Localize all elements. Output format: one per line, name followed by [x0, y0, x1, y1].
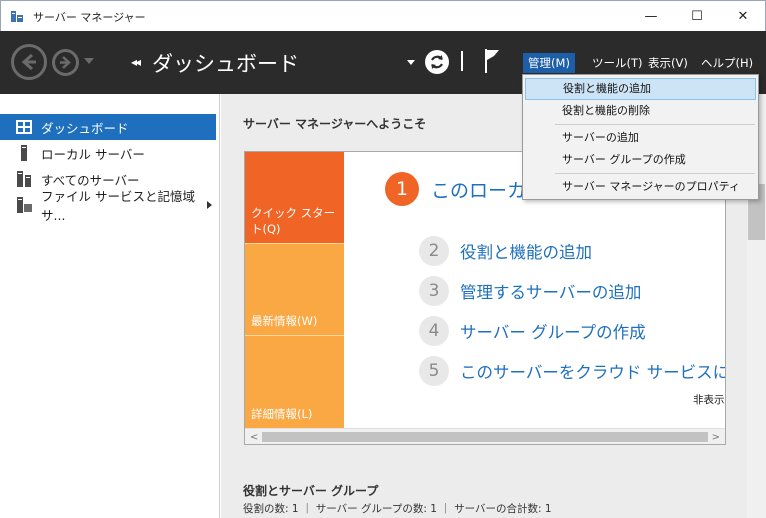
menu-item-properties[interactable]: サーバー マネージャーのプロパティ: [525, 176, 756, 198]
maximize-icon: ☐: [691, 9, 703, 24]
manage-menu-dropdown: 役割と機能の追加 役割と機能の削除 サーバーの追加 サーバー グループの作成 サ…: [522, 74, 759, 200]
step-number: 2: [419, 236, 449, 266]
sidebar-item-label: ダッシュボード: [41, 120, 129, 136]
forward-button[interactable]: [52, 49, 79, 76]
step-4-link[interactable]: サーバー グループの作成: [460, 319, 646, 343]
step-4-row[interactable]: 4 サーバー グループの作成: [419, 316, 646, 346]
sidebar-item-local-server[interactable]: ローカル サーバー: [0, 140, 216, 166]
server-icon: [21, 145, 27, 161]
step-5-link[interactable]: このサーバーをクラウド サービスに接続する: [460, 359, 725, 383]
sidebar-item-label: ファイル サービスと記憶域サ...: [41, 189, 195, 223]
roles-section-title: 役割とサーバー グループ: [243, 484, 379, 498]
menu-item-create-server-group[interactable]: サーバー グループの作成: [525, 149, 756, 171]
horizontal-scrollbar[interactable]: < >: [245, 428, 725, 444]
menu-view[interactable]: 表示(V): [645, 53, 691, 73]
menu-item-add-roles[interactable]: 役割と機能の追加: [525, 78, 756, 100]
hide-link[interactable]: 非表示: [693, 392, 725, 407]
menu-manage[interactable]: 管理(M): [523, 53, 575, 73]
tile-quick-start[interactable]: クイック スタート(Q): [245, 152, 344, 243]
refresh-icon: [431, 55, 443, 69]
step-number: 4: [419, 316, 449, 346]
minimize-icon: —: [644, 9, 658, 24]
step-3-row[interactable]: 3 管理するサーバーの追加: [419, 276, 641, 306]
dashboard-icon: [16, 120, 32, 134]
step-5-row[interactable]: 5 このサーバーをクラウド サービスに接続する: [419, 356, 725, 386]
step-1-number: 1: [385, 172, 419, 206]
back-button[interactable]: [11, 44, 47, 80]
arrow-left-icon: [21, 53, 36, 71]
tile-learn-more[interactable]: 詳細情報(L): [245, 336, 344, 428]
roles-stats: 役割の数: 1 ｜ サーバー グループの数: 1 ｜ サーバーの合計数: 1: [243, 503, 552, 515]
scroll-right-icon[interactable]: >: [712, 432, 720, 443]
menu-help[interactable]: ヘルプ(H): [698, 53, 756, 73]
step-2-row[interactable]: 2 役割と機能の追加: [419, 236, 592, 266]
window-title: サーバー マネージャー: [33, 11, 146, 24]
sidebar: ダッシュボード ローカル サーバー すべてのサーバー ファイル サービスと記憶域…: [0, 94, 220, 518]
tile-label: 最新情報(W): [251, 314, 318, 328]
step-number: 5: [419, 356, 449, 386]
sidebar-item-dashboard[interactable]: ダッシュボード: [0, 114, 216, 140]
header-separator: [461, 51, 463, 71]
refresh-button[interactable]: [425, 50, 449, 74]
arrow-right-icon: [60, 56, 71, 69]
menu-item-remove-roles[interactable]: 役割と機能の削除: [525, 100, 756, 122]
breadcrumb-dropdown-icon[interactable]: [407, 60, 415, 65]
server-manager-app-icon: [11, 11, 23, 22]
step-number: 3: [419, 276, 449, 306]
menu-separator: [555, 124, 755, 125]
minimize-button[interactable]: —: [628, 1, 674, 32]
scroll-thumb[interactable]: [262, 432, 708, 442]
breadcrumb: ダッシュボード: [152, 52, 299, 76]
welcome-title: サーバー マネージャーへようこそ: [243, 117, 427, 131]
title-bar: サーバー マネージャー — ☐ ✕: [0, 0, 766, 31]
file-storage-icon: [17, 197, 32, 213]
menu-separator: [555, 173, 755, 174]
tile-whats-new[interactable]: 最新情報(W): [245, 244, 344, 335]
servers-icon: [17, 171, 31, 187]
close-icon: ✕: [737, 9, 749, 24]
step-3-link[interactable]: 管理するサーバーの追加: [460, 279, 641, 303]
breadcrumb-arrows-icon: ◂◂: [131, 55, 141, 69]
history-dropdown-icon[interactable]: [84, 58, 94, 64]
step-2-link[interactable]: 役割と機能の追加: [460, 239, 592, 263]
menu-item-add-servers[interactable]: サーバーの追加: [525, 127, 756, 149]
notification-flag-icon[interactable]: [483, 48, 501, 74]
chevron-right-icon[interactable]: [207, 201, 212, 209]
tile-label: 詳細情報(L): [251, 407, 313, 421]
sidebar-item-file-storage[interactable]: ファイル サービスと記憶域サ...: [0, 189, 216, 223]
tile-label: クイック スタート(Q): [251, 206, 336, 236]
menu-tools[interactable]: ツール(T): [589, 53, 646, 73]
scroll-left-icon[interactable]: <: [250, 432, 258, 443]
close-button[interactable]: ✕: [720, 1, 766, 32]
maximize-button[interactable]: ☐: [674, 1, 720, 32]
sidebar-item-label: ローカル サーバー: [41, 146, 145, 162]
